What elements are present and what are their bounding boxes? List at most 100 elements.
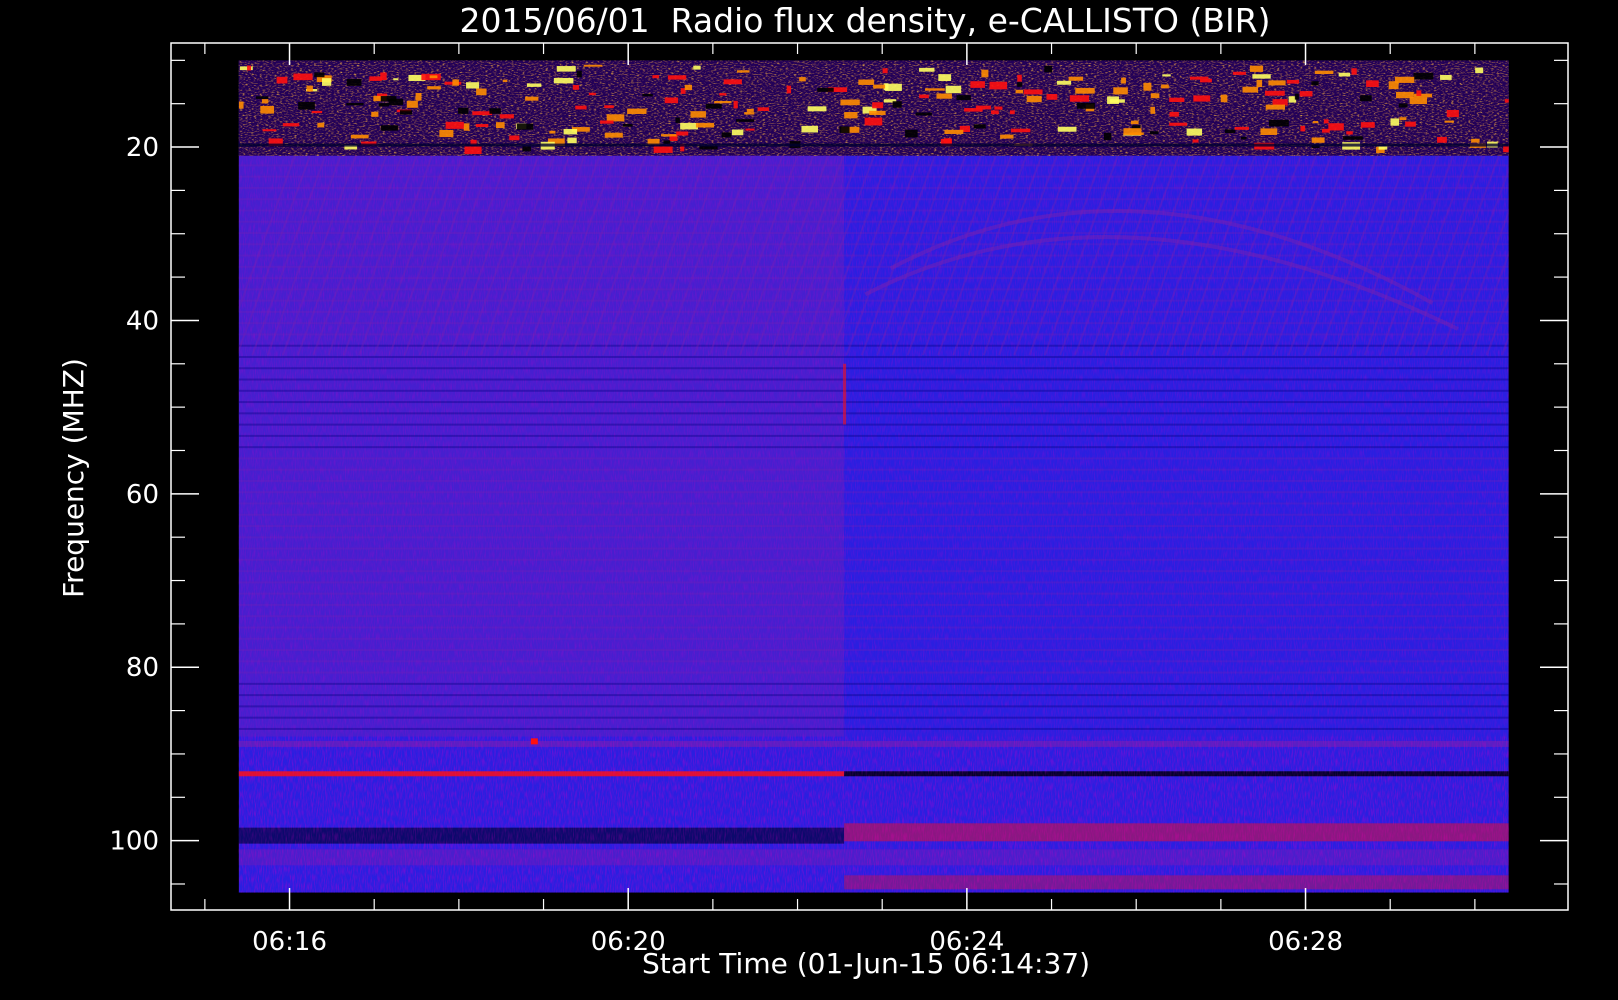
burst-patch [1471, 138, 1480, 143]
burst-patch [919, 67, 935, 72]
burst-patch [1015, 89, 1024, 94]
burst-patch [311, 110, 323, 114]
burst-patch [1186, 128, 1203, 136]
heatmap-band [238, 355, 1509, 358]
burst-patch [1189, 76, 1209, 80]
burst-patch [1234, 126, 1249, 130]
heatmap-band [238, 615, 1509, 618]
burst-patch [378, 103, 389, 107]
burst-patch [549, 130, 556, 134]
burst-patch [1286, 79, 1300, 84]
burst-patch [1161, 84, 1169, 89]
burst-patch [721, 132, 732, 138]
burst-patch [924, 88, 945, 91]
burst-patch [1265, 104, 1286, 110]
burst-patch [458, 107, 469, 114]
burst-patch [1077, 102, 1095, 109]
burst-patch [526, 83, 542, 87]
burst-patch [1475, 67, 1484, 74]
burst-patch [1130, 120, 1139, 125]
burst-patch [464, 146, 482, 154]
burst-patch [380, 125, 399, 131]
burst-patch [964, 108, 983, 112]
burst-patch [371, 111, 379, 117]
burst-patch [472, 111, 493, 116]
burst-patch [1311, 81, 1319, 86]
burst-patch [1437, 136, 1447, 143]
burst-patch [429, 75, 438, 79]
burst-patch [733, 100, 738, 109]
burst-patch [944, 129, 964, 134]
burst-patch [676, 131, 689, 136]
burst-patch [282, 123, 300, 127]
burst-patch [817, 87, 834, 92]
burst-patch [1294, 93, 1299, 100]
burst-patch [1360, 122, 1375, 128]
burst-patch [627, 108, 647, 114]
burst-patch [919, 94, 929, 99]
burst-patch [575, 105, 587, 110]
heatmap-band [238, 727, 1509, 730]
burst-patch [1056, 80, 1072, 85]
burst-patch [869, 110, 886, 116]
burst-patch [1069, 95, 1090, 102]
burst-patch [1351, 68, 1357, 75]
heatmap-band [238, 265, 1509, 268]
burst-patch [276, 76, 288, 84]
heatmap-band [238, 570, 1509, 573]
heatmap-band [238, 525, 1509, 528]
burst-patch [1057, 126, 1077, 132]
y-tick-label: 100 [109, 827, 159, 857]
heatmap-band [238, 694, 1509, 697]
burst-patch [1366, 80, 1379, 87]
heatmap-band [238, 299, 1509, 302]
burst-patch [719, 93, 727, 96]
burst-patch [844, 112, 858, 119]
burst-patch [406, 100, 418, 108]
burst-patch [915, 112, 932, 116]
burst-patch [576, 70, 582, 78]
heatmap-band [238, 558, 1509, 561]
burst-patch [445, 121, 464, 129]
heatmap-band [238, 254, 1509, 257]
burst-patch [1123, 128, 1142, 136]
burst-patch [522, 146, 531, 152]
x-tick-label: 06:28 [1268, 927, 1343, 957]
heatmap-band [238, 412, 1509, 415]
heatmap-band [238, 434, 1509, 437]
burst-patch [873, 84, 886, 89]
burst-patch [350, 134, 369, 139]
burst-patch [261, 99, 269, 104]
burst-patch [1113, 87, 1128, 95]
heatmap-band [238, 682, 1509, 685]
burst-patch [399, 110, 412, 115]
burst-patch [1260, 128, 1278, 135]
burst-patch [475, 124, 489, 128]
transition-line [843, 363, 847, 425]
y-tick-label: 80 [126, 653, 159, 683]
burst-patch [799, 77, 806, 82]
burst-patch [563, 128, 578, 135]
burst-patch [262, 129, 277, 132]
burst-dark-line [238, 143, 1509, 147]
burst-patch [1272, 99, 1288, 106]
burst-patch [1321, 128, 1330, 133]
heatmap-image [238, 60, 1509, 893]
burst-patch [1009, 110, 1015, 115]
heatmap-band [238, 378, 1509, 381]
burst-patch [757, 107, 770, 111]
burst-patch [839, 126, 850, 133]
burst-patch [509, 135, 520, 141]
heatmap-band [238, 479, 1509, 482]
burst-patch [905, 129, 918, 138]
burst-patch [463, 123, 470, 131]
y-axis-label: Frequency (MHZ) [57, 358, 90, 598]
burst-patch [1046, 93, 1058, 100]
burst-patch [1075, 87, 1095, 94]
burst-patch [664, 97, 679, 104]
burst-patch [970, 81, 985, 88]
burst-patch [690, 111, 706, 118]
burst-patch [380, 96, 397, 102]
heatmap-band [238, 536, 1509, 539]
burst-patch [1300, 125, 1306, 132]
